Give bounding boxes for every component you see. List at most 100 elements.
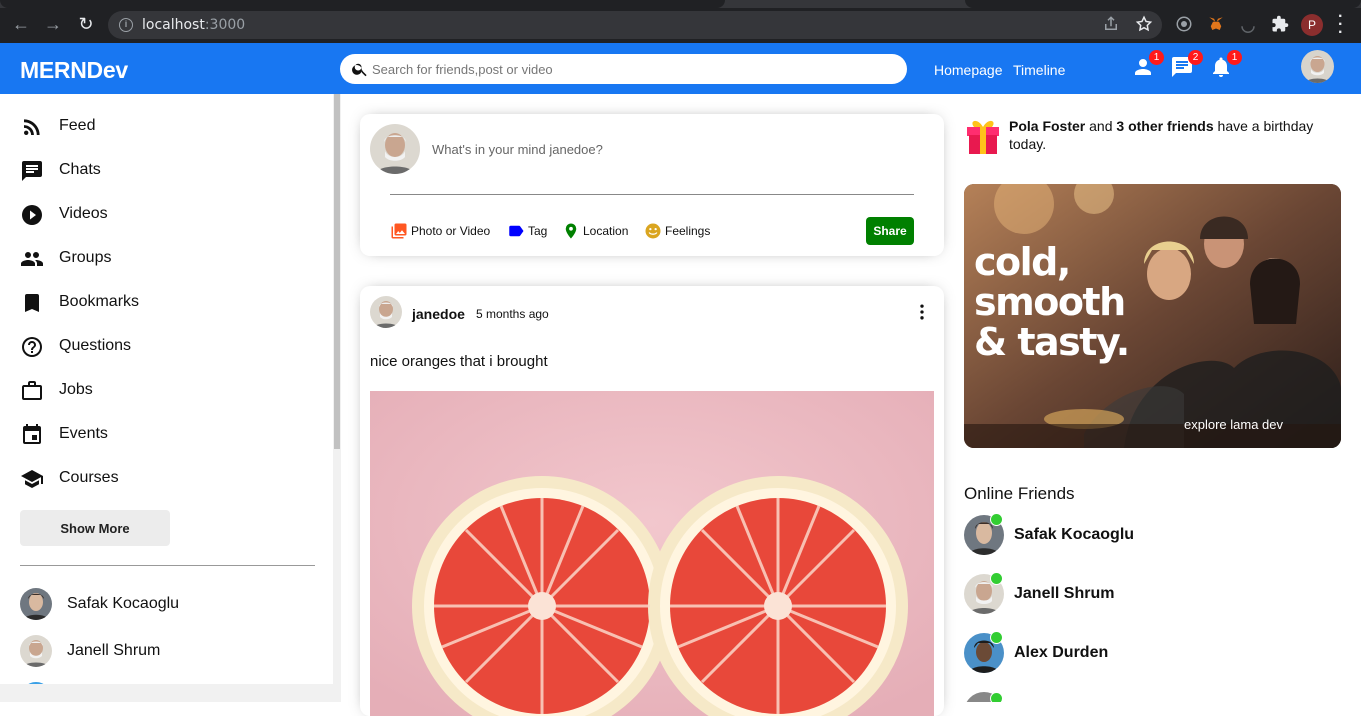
sidebar-item-label: Groups	[59, 249, 112, 266]
sidebar-divider	[20, 565, 315, 566]
address-bar[interactable]	[108, 11, 1162, 39]
sidebar-item-groups[interactable]: Groups	[20, 246, 320, 272]
gift-icon	[967, 120, 999, 154]
sidebar-item-bookmarks[interactable]: Bookmarks	[20, 290, 320, 316]
browser-chrome: ← → ↻ i localhost:3000 P · · ·	[0, 0, 1361, 43]
chat-badge: 2	[1188, 50, 1203, 65]
post-username[interactable]: janedoe	[412, 306, 465, 322]
sidebar-item-feed[interactable]: Feed	[20, 114, 320, 140]
birthday-others[interactable]: 3 other friends	[1116, 118, 1213, 134]
sidebar-item-chats[interactable]: Chats	[20, 158, 320, 184]
reload-icon[interactable]: ↻	[76, 14, 96, 34]
room-icon	[565, 223, 577, 239]
post-image[interactable]	[370, 391, 934, 716]
online-indicator	[990, 513, 1003, 526]
event-icon	[23, 424, 41, 444]
online-friend-item[interactable]: Safak Kocaoglu	[964, 513, 1334, 555]
school-icon	[21, 470, 43, 488]
ad-headline: cold, smooth & tasty.	[974, 240, 1130, 364]
friend-name: Safak Kocaoglu	[67, 595, 180, 612]
sidebar-item-questions[interactable]: Questions	[20, 334, 320, 360]
active-tab[interactable]	[0, 0, 725, 8]
kebab-menu-icon[interactable]: · · ·	[1338, 9, 1343, 41]
online-indicator	[990, 692, 1003, 702]
search-icon	[352, 63, 367, 77]
friend-list-item[interactable]: Janell Shrum	[20, 635, 320, 667]
profile-avatar[interactable]: P	[1301, 14, 1323, 36]
friend-name: Janell Shrum	[1014, 585, 1115, 602]
forward-icon[interactable]: →	[43, 14, 63, 34]
sidebar-item-label: Chats	[59, 161, 101, 178]
search-input[interactable]	[372, 58, 892, 80]
online-friend-item[interactable]: Alex Durden	[964, 631, 1334, 673]
work-outline-icon	[22, 381, 42, 400]
help-outline-icon	[22, 337, 42, 357]
rss-feed-icon	[24, 119, 40, 135]
logo[interactable]: MERNDev	[20, 57, 128, 84]
share-button[interactable]: Share	[866, 217, 914, 245]
birthday-notice: Pola Foster and 3 other friends have a b…	[964, 113, 1344, 157]
moon-extension-icon[interactable]	[1239, 15, 1257, 33]
bookmark-icon	[25, 294, 39, 312]
avatar	[20, 588, 52, 620]
show-more-button[interactable]: Show More	[20, 510, 170, 546]
sidebar-item-videos[interactable]: Videos	[20, 202, 320, 228]
online-friend-item[interactable]	[964, 692, 1334, 702]
sidebar-item-label: Questions	[59, 337, 132, 354]
search-bar[interactable]	[340, 54, 907, 84]
sidebar-item-label: Jobs	[59, 381, 93, 398]
share-input[interactable]	[432, 142, 912, 157]
play-circle-icon	[22, 205, 42, 225]
group-icon	[21, 252, 43, 266]
avatar[interactable]	[370, 296, 402, 328]
user-avatar[interactable]	[1301, 50, 1334, 83]
advertisement[interactable]: cold, smooth & tasty. explore lama dev	[964, 184, 1341, 448]
timeline-link[interactable]: Timeline	[1013, 62, 1065, 78]
birthday-name[interactable]: Pola Foster	[1009, 118, 1085, 134]
online-friend-item[interactable]: Janell Shrum	[964, 572, 1334, 614]
left-sidebar: Feed Chats Videos Groups Bookmarks Quest…	[0, 94, 341, 702]
horizontal-scrollbar[interactable]	[0, 684, 333, 702]
friend-name: Janell Shrum	[67, 642, 161, 659]
sidebar-item-courses[interactable]: Courses	[20, 466, 320, 492]
option-label: Photo or Video	[411, 224, 491, 238]
option-label: Tag	[528, 224, 548, 238]
messages-button[interactable]: 2	[1170, 50, 1203, 81]
inactive-tab[interactable]	[965, 0, 1361, 8]
sidebar-item-label: Courses	[59, 469, 119, 486]
sidebar-item-jobs[interactable]: Jobs	[20, 378, 320, 404]
ad-subtext: explore lama dev	[1184, 417, 1283, 432]
birthday-text: Pola Foster and 3 other friends have a b…	[1009, 118, 1314, 152]
friend-requests-button[interactable]: 1	[1131, 50, 1164, 81]
sidebar-item-label: Bookmarks	[59, 293, 140, 310]
friend-list-item[interactable]: Safak Kocaoglu	[20, 588, 320, 620]
share-divider	[390, 194, 914, 195]
option-label: Feelings	[665, 224, 711, 238]
post-date: 5 months ago	[476, 307, 549, 321]
scrollbar-thumb[interactable]	[334, 94, 340, 449]
avatar	[370, 124, 420, 174]
share-page-icon[interactable]	[1102, 15, 1120, 33]
sidebar-item-label: Feed	[59, 117, 96, 134]
online-indicator	[990, 572, 1003, 585]
sidebar-item-events[interactable]: Events	[20, 422, 320, 448]
label-icon	[509, 225, 524, 237]
online-friends-title: Online Friends	[964, 484, 1075, 503]
homepage-link[interactable]: Homepage	[934, 62, 1003, 78]
more-vert-icon[interactable]	[912, 302, 932, 322]
metamask-fox-icon[interactable]	[1207, 15, 1225, 33]
friend-name: Alex Durden	[1014, 644, 1109, 661]
friend-name: Safak Kocaoglu	[1014, 526, 1135, 543]
sidebar-scrollbar[interactable]	[333, 94, 341, 702]
photo-library-icon	[391, 223, 407, 239]
person-badge: 1	[1149, 50, 1164, 65]
notifications-button[interactable]: 1	[1209, 50, 1242, 81]
site-info-icon[interactable]: i	[119, 18, 133, 32]
back-icon[interactable]: ←	[11, 14, 31, 34]
extension-target-icon[interactable]	[1175, 15, 1193, 33]
post-text: nice oranges that i brought	[370, 353, 548, 370]
emoji-emotions-icon	[645, 223, 661, 239]
star-icon[interactable]	[1135, 15, 1153, 33]
url-text[interactable]: localhost:3000	[142, 17, 245, 33]
puzzle-extensions-icon[interactable]	[1271, 15, 1289, 33]
